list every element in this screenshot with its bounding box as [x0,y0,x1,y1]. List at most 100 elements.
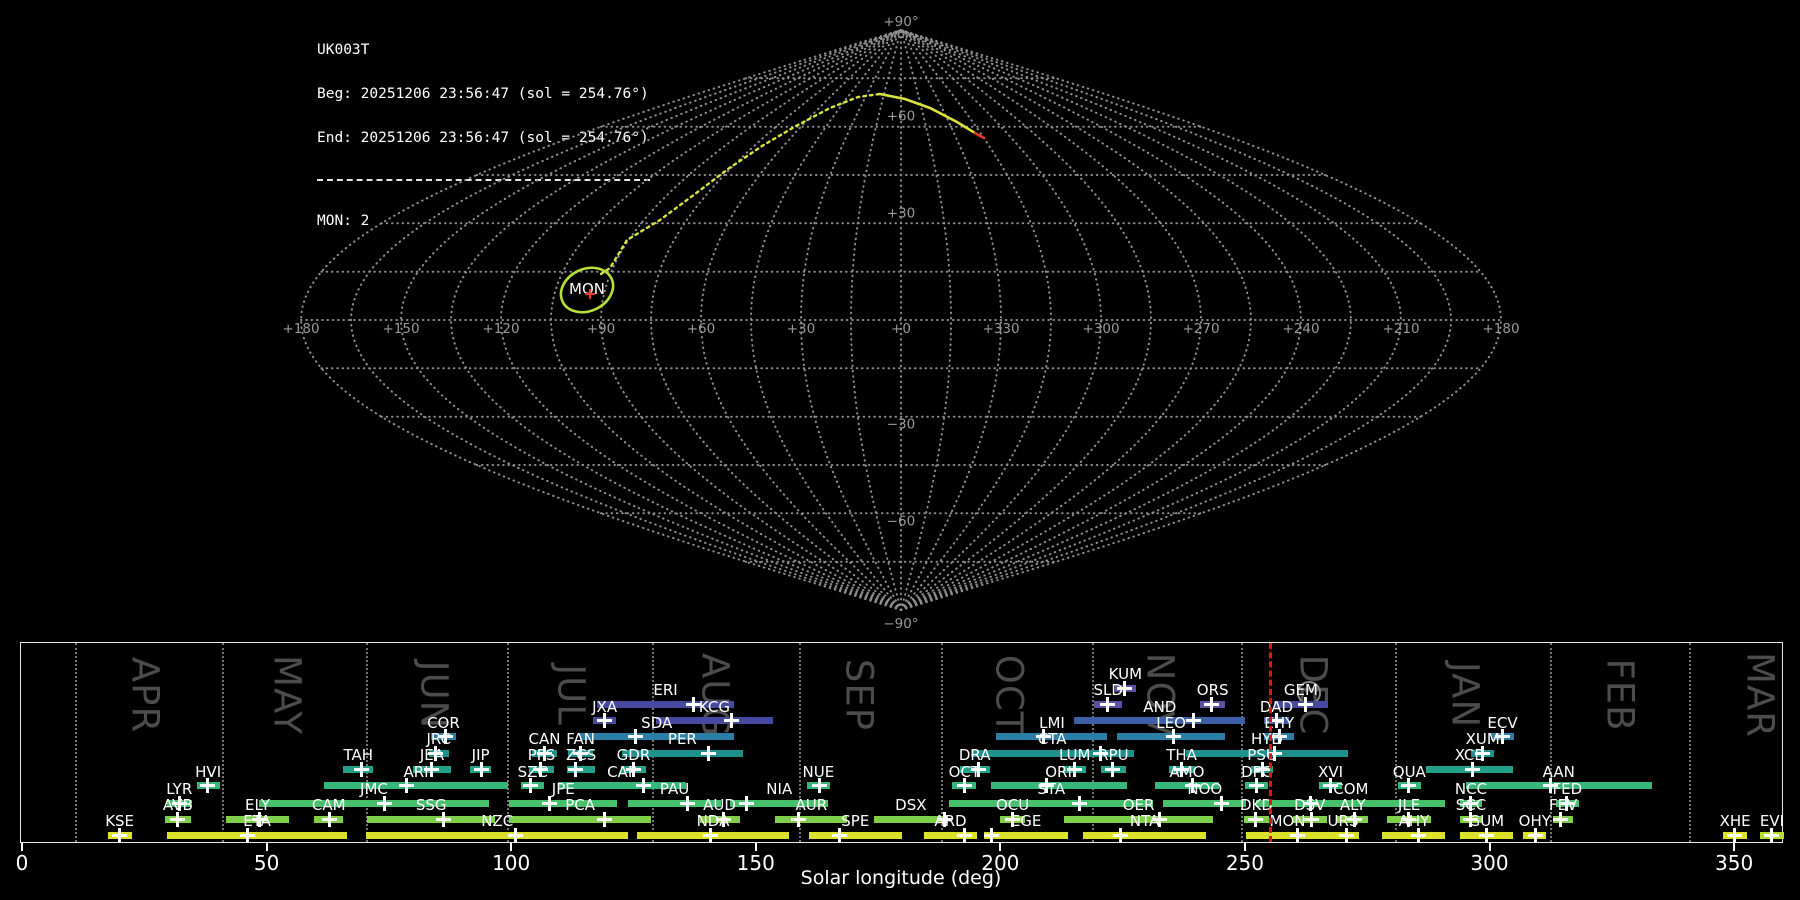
shower-label-fev: FEV [1548,796,1578,814]
shower-label-dsx: DSX [895,796,927,814]
longitude-label: +30 [787,321,816,337]
shower-label-ahy: AHY [1398,812,1430,830]
shower-label-sta: STA [1037,780,1066,798]
shower-label-noo: NOO [1187,780,1223,798]
x-tick-label-150: 150 [736,851,775,875]
shower-label-kse: KSE [105,812,135,830]
shower-bar-nta [1083,831,1207,839]
peak-marker-cap [636,778,652,793]
shower-label-jrc: JRC [426,730,452,748]
longitude-label: +300 [1082,321,1119,337]
shower-label-eri: ERI [653,681,678,699]
shower-label-gum: GUM [1468,812,1505,830]
shower-bar-kcg [655,717,773,724]
shower-bar-noo [1163,799,1247,807]
longitude-label: +330 [982,321,1019,337]
shower-label-aur: AUR [795,796,828,814]
x-tick-label-250: 250 [1225,851,1265,875]
shower-label-and: AND [1143,697,1177,716]
shower-label-cap: CAP [607,762,637,781]
latitude-label: −60 [887,513,916,529]
shower-label-aly: ALY [1339,796,1366,814]
shower-label-jea: JEA [419,746,445,765]
month-boundary-may [222,643,225,842]
longitude-label: +120 [482,321,519,337]
longitude-label: +210 [1382,321,1419,337]
peak-marker-v [1078,795,1082,811]
month-boundary-aug [652,643,655,842]
shower-label-eta: ETA [243,812,271,830]
peak-marker-v [602,811,606,827]
shower-label-ari: ARI [403,762,429,781]
shower-label-hvi: HVI [195,762,222,781]
shower-label-can: CAN [528,730,561,748]
shower-label-nzc: NZC [481,812,514,830]
shower-label-jxa: JXA [592,697,618,716]
longitude-label: +180 [282,321,319,337]
shower-bar-sda [579,733,734,740]
shower-label-nia: NIA [766,780,793,798]
x-tick-label-0: 0 [15,851,29,875]
shower-label-ecv: ECV [1487,713,1518,732]
month-label-jul: JUL [549,664,593,726]
shower-label-xhe: XHE [1719,812,1751,830]
month-boundary-jun [366,643,369,842]
shower-label-ssg: SSG [415,796,447,814]
peak-marker-pca [596,811,612,827]
shower-label-zcs: ZCS [566,746,597,765]
shower-bar-nzc [366,831,629,839]
month-label-apr: APR [123,656,167,734]
shower-label-ori: ORI [1045,762,1072,781]
shower-bar-spe [808,831,903,839]
shower-label-nue: NUE [802,762,835,781]
shower-label-leo: LEO [1156,713,1186,732]
shower-bar-aur [775,815,848,823]
shower-bar-ari [324,782,508,789]
peak-marker-v [642,778,646,793]
shower-label-hyd: HYD [1250,730,1283,748]
peak-marker-v [691,696,695,712]
activity-timeline-frame: APR MAY JUN JUL AUG SEP OCT NOV DEC JAN FEB MAR KUM E… [20,642,1785,843]
month-label-jan: JAN [1443,661,1487,729]
shower-label-sda: SDA [641,713,673,732]
shower-label-jmc: JMC [360,780,388,798]
pole-label-north: +90° [883,14,918,30]
shower-label-xvi: XVI [1318,762,1344,781]
x-tick-100 [510,843,513,851]
shower-label-scc: SCC [1455,796,1487,814]
peak-marker-and [1185,713,1201,728]
longitude-label: +240 [1282,321,1319,337]
peak-marker-sta [1072,795,1088,811]
shower-label-psu: PSU [1247,746,1277,765]
month-label-oct: OCT [987,654,1031,736]
shower-label-ard: ARD [934,812,967,830]
latitude-label: +30 [887,205,916,221]
shower-label-gem: GEM [1283,681,1318,699]
shower-label-qua: QUA [1392,762,1426,781]
x-tick-0 [21,843,23,851]
shower-label-xum: XUM [1465,730,1500,748]
shower-label-per: PER [667,730,697,748]
shower-label-sld: SLD [1093,681,1123,699]
shower-label-kcg: KCG [698,697,730,716]
peak-marker-v [547,795,551,811]
shower-label-jpe: JPE [551,780,575,798]
shower-label-dad: DAD [1259,697,1294,716]
shower-label-jle: JLE [1397,796,1421,814]
longitude-label: +90 [587,321,616,337]
shower-label-spe: SPE [841,812,870,830]
shower-label-cta: CTA [1037,730,1067,748]
shower-label-lmi: LMI [1039,713,1065,732]
shower-bar-mon [1246,831,1329,839]
shower-label-ocu: OCU [995,796,1030,814]
month-boundary-apr [75,643,78,842]
shower-label-ely: ELY [245,796,271,814]
peak-marker-ege [984,827,1000,843]
shower-label-aud: AUD [703,796,736,814]
peak-marker-v [990,827,994,843]
shower-label-ors: ORS [1196,681,1229,699]
month-label-feb: FEB [1598,658,1642,732]
shower-label-pau: PAU [659,780,690,798]
shower-label-evi: EVI [1759,812,1785,830]
shower-bar-eta [166,831,348,839]
